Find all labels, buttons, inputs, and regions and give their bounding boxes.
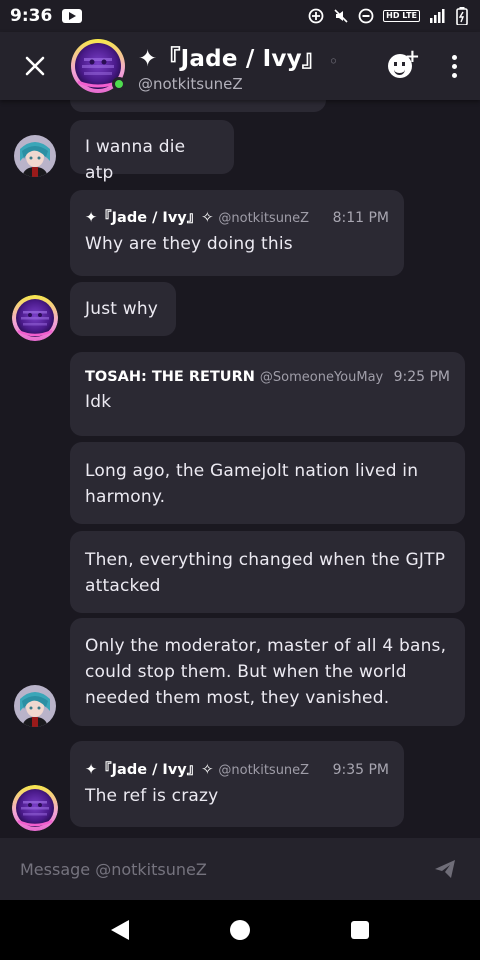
status-bar: 9:36 HD LTE bbox=[0, 0, 480, 32]
message-time: 8:11 PM bbox=[332, 210, 389, 226]
message-list[interactable]: I wanna die atp ✦『Jade / Ivy』✧ @notkitsu… bbox=[0, 100, 480, 838]
nav-back-icon[interactable] bbox=[110, 920, 129, 940]
message-bubble[interactable]: I wanna die atp bbox=[70, 120, 234, 183]
header-avatar[interactable] bbox=[70, 38, 126, 94]
mute-icon bbox=[333, 8, 349, 24]
message-time: 9:35 PM bbox=[332, 762, 389, 778]
nav-home-icon[interactable] bbox=[229, 920, 250, 940]
message-text: The ref is crazy bbox=[85, 786, 219, 806]
message-author[interactable]: ✦『Jade / Ivy』✧ bbox=[85, 206, 213, 227]
message-composer bbox=[0, 838, 480, 900]
avatar-tosah[interactable] bbox=[14, 685, 56, 727]
message-bubble-partial[interactable] bbox=[70, 100, 326, 112]
battery-icon bbox=[454, 7, 470, 25]
avatar-tosah[interactable] bbox=[14, 135, 56, 177]
message-text: Why are they doing this bbox=[85, 234, 293, 254]
message-handle: @notkitsuneZ bbox=[218, 763, 310, 778]
header-actions: + bbox=[372, 32, 480, 100]
close-button[interactable] bbox=[0, 32, 70, 100]
header-display-name: ✦『Jade / Ivy』 ◦ bbox=[138, 46, 339, 72]
message-time: 9:25 PM bbox=[393, 369, 450, 385]
avatar-jade[interactable] bbox=[12, 785, 58, 831]
nav-recents-icon[interactable] bbox=[351, 921, 370, 939]
message-text: Only the moderator, master of all 4 bans… bbox=[85, 636, 447, 708]
message-bubble[interactable]: Then, everything changed when the GJTP a… bbox=[70, 531, 465, 613]
more-vert-icon bbox=[451, 54, 457, 60]
header-handle: @notkitsuneZ bbox=[138, 75, 243, 93]
message-bubble[interactable]: ✦『Jade / Ivy』✧ @notkitsuneZ 9:35 PM The … bbox=[70, 741, 404, 827]
send-icon bbox=[435, 860, 455, 878]
more-options-button[interactable] bbox=[428, 38, 480, 94]
message-bubble[interactable]: Only the moderator, master of all 4 bans… bbox=[70, 618, 465, 726]
youtube-notification-icon bbox=[62, 9, 83, 23]
add-friend-button[interactable]: + bbox=[372, 38, 428, 94]
online-status-icon bbox=[112, 77, 126, 91]
message-bubble[interactable]: TOSAH: THE RETURN @SomeoneYouMay 9:25 PM… bbox=[70, 352, 465, 436]
status-time: 9:36 bbox=[10, 6, 53, 26]
conversation-header: ✦『Jade / Ivy』 ◦ @notkitsuneZ + bbox=[0, 32, 480, 100]
message-input[interactable] bbox=[20, 849, 430, 889]
header-title-block[interactable]: ✦『Jade / Ivy』 ◦ @notkitsuneZ bbox=[138, 39, 338, 93]
message-bubble[interactable]: ✦『Jade / Ivy』✧ @notkitsuneZ 8:11 PM Why … bbox=[70, 190, 404, 276]
message-text: Just why bbox=[85, 299, 159, 319]
message-author[interactable]: TOSAH: THE RETURN bbox=[85, 369, 255, 385]
message-text: Idk bbox=[85, 392, 112, 412]
message-meta: ✦『Jade / Ivy』✧ @notkitsuneZ 9:35 PM bbox=[85, 758, 389, 779]
send-button[interactable] bbox=[430, 854, 460, 884]
message-text: I wanna die atp bbox=[85, 137, 186, 183]
message-meta: ✦『Jade / Ivy』✧ @notkitsuneZ 8:11 PM bbox=[85, 206, 389, 227]
message-text: Long ago, the Gamejolt nation lived in h… bbox=[85, 461, 419, 507]
close-icon bbox=[25, 56, 45, 76]
dnd-icon bbox=[358, 8, 374, 24]
message-meta: TOSAH: THE RETURN @SomeoneYouMay 9:25 PM bbox=[85, 369, 450, 385]
data-saver-icon bbox=[308, 8, 324, 24]
message-handle: @SomeoneYouMay bbox=[259, 370, 384, 385]
signal-icon bbox=[429, 8, 445, 24]
message-author[interactable]: ✦『Jade / Ivy』✧ bbox=[85, 758, 213, 779]
network-type: HD LTE bbox=[383, 10, 420, 22]
message-handle: @notkitsuneZ bbox=[218, 211, 310, 226]
avatar-jade[interactable] bbox=[12, 295, 58, 341]
message-bubble[interactable]: Long ago, the Gamejolt nation lived in h… bbox=[70, 442, 465, 524]
system-navigation-bar bbox=[0, 900, 480, 960]
message-text: Then, everything changed when the GJTP a… bbox=[85, 550, 446, 596]
status-icons: HD LTE bbox=[308, 7, 470, 25]
message-bubble[interactable]: Just why bbox=[70, 282, 176, 336]
